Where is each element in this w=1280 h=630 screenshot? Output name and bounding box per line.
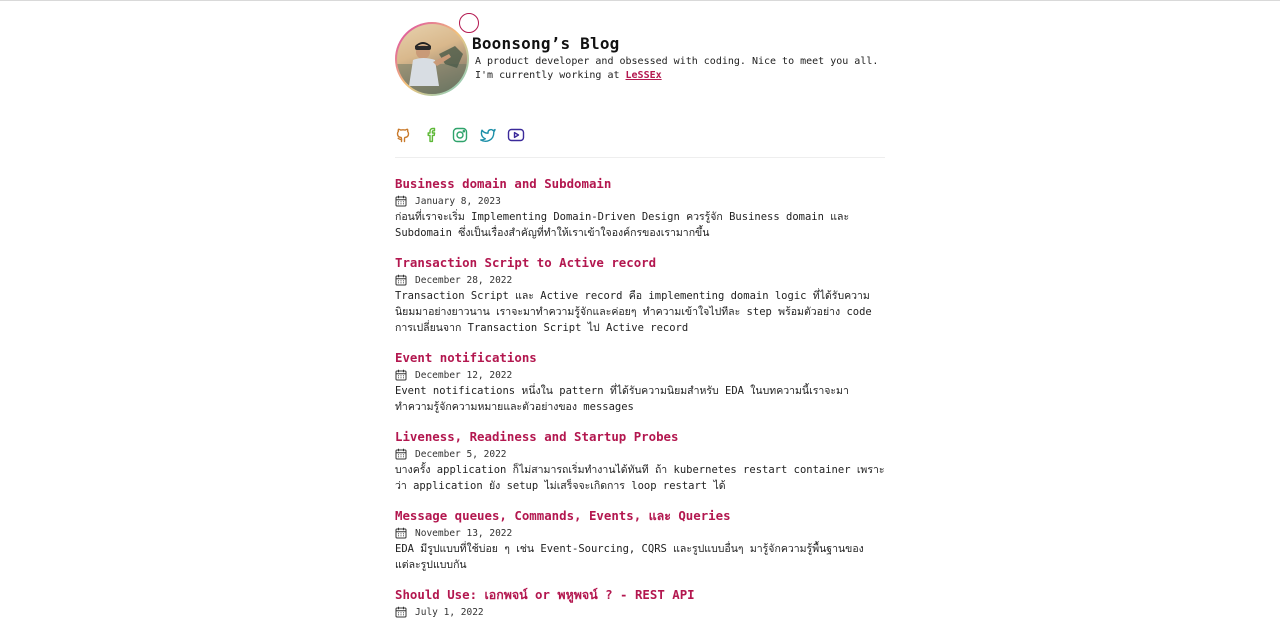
calendar-icon xyxy=(395,527,407,539)
calendar-icon xyxy=(395,369,407,381)
post-title-link[interactable]: Liveness, Readiness and Startup Probes xyxy=(395,428,885,445)
bio-line-2: I'm currently working at LeSSEx xyxy=(475,69,878,83)
post-date: January 8, 2023 xyxy=(395,193,885,209)
header-divider xyxy=(395,157,885,158)
post-date: July 1, 2022 xyxy=(395,604,885,620)
post-description: Event notifications หนึ่งใน pattern ที่ไ… xyxy=(395,385,849,413)
bio-line-2-prefix: I'm currently working at xyxy=(475,70,626,81)
instagram-icon[interactable] xyxy=(451,126,469,144)
post-title-link[interactable]: Event notifications xyxy=(395,349,885,366)
social-links xyxy=(395,126,525,144)
post-title-link[interactable]: Transaction Script to Active record xyxy=(395,254,885,271)
post-date-text: December 5, 2022 xyxy=(415,448,507,460)
calendar-icon xyxy=(395,195,407,207)
post-list: Business domain and Subdomain January 8,… xyxy=(395,175,885,630)
calendar-icon xyxy=(395,448,407,460)
post-title-link[interactable]: Should Use: เอกพจน์ or พหูพจน์ ? - REST … xyxy=(395,586,885,603)
youtube-icon[interactable] xyxy=(507,126,525,144)
post-title-link[interactable]: Business domain and Subdomain xyxy=(395,175,885,192)
status-ring-icon xyxy=(459,13,479,33)
post-description: ก่อนที่เราจะเริ่ม Implementing Domain-Dr… xyxy=(395,211,850,239)
post-date-text: July 1, 2022 xyxy=(415,606,484,618)
post-date-text: December 28, 2022 xyxy=(415,274,513,286)
twitter-icon[interactable] xyxy=(479,126,497,144)
post-item: Transaction Script to Active record Dece… xyxy=(395,254,885,336)
post-date-text: January 8, 2023 xyxy=(415,195,501,207)
github-icon[interactable] xyxy=(395,126,413,144)
post-title-link[interactable]: Message queues, Commands, Events, และ Qu… xyxy=(395,507,885,524)
facebook-icon[interactable] xyxy=(423,126,441,144)
post-date: December 12, 2022 xyxy=(395,367,885,383)
profile-bio: A product developer and obsessed with co… xyxy=(475,55,878,83)
post-description: บางครั้ง application ก็ไม่สามารถเริ่มทำง… xyxy=(395,464,885,492)
post-date: November 13, 2022 xyxy=(395,525,885,541)
profile-header: Boonsong’s Blog A product developer and … xyxy=(395,1,885,111)
avatar-photo xyxy=(397,24,467,94)
post-description: Transaction Script และ Active record คือ… xyxy=(395,290,872,334)
post-date: December 5, 2022 xyxy=(395,446,885,462)
post-date-text: December 12, 2022 xyxy=(415,369,513,381)
bio-line-1: A product developer and obsessed with co… xyxy=(475,56,879,67)
calendar-icon xyxy=(395,606,407,618)
post-item: Event notifications December 12, 2022 Ev… xyxy=(395,349,885,415)
post-description: EDA มีรูปแบบที่ใช้บ่อย ๆ เช่น Event-Sour… xyxy=(395,543,864,571)
post-date: December 28, 2022 xyxy=(395,272,885,288)
blog-container: Boonsong’s Blog A product developer and … xyxy=(395,1,885,618)
post-item: Should Use: เอกพจน์ or พหูพจน์ ? - REST … xyxy=(395,586,885,620)
post-date-text: November 13, 2022 xyxy=(415,527,513,539)
blog-title: Boonsong’s Blog xyxy=(472,34,620,53)
post-item: Liveness, Readiness and Startup Probes D… xyxy=(395,428,885,494)
avatar xyxy=(395,22,469,96)
calendar-icon xyxy=(395,274,407,286)
post-item: Business domain and Subdomain January 8,… xyxy=(395,175,885,241)
company-link[interactable]: LeSSEx xyxy=(626,70,662,81)
post-item: Message queues, Commands, Events, และ Qu… xyxy=(395,507,885,573)
